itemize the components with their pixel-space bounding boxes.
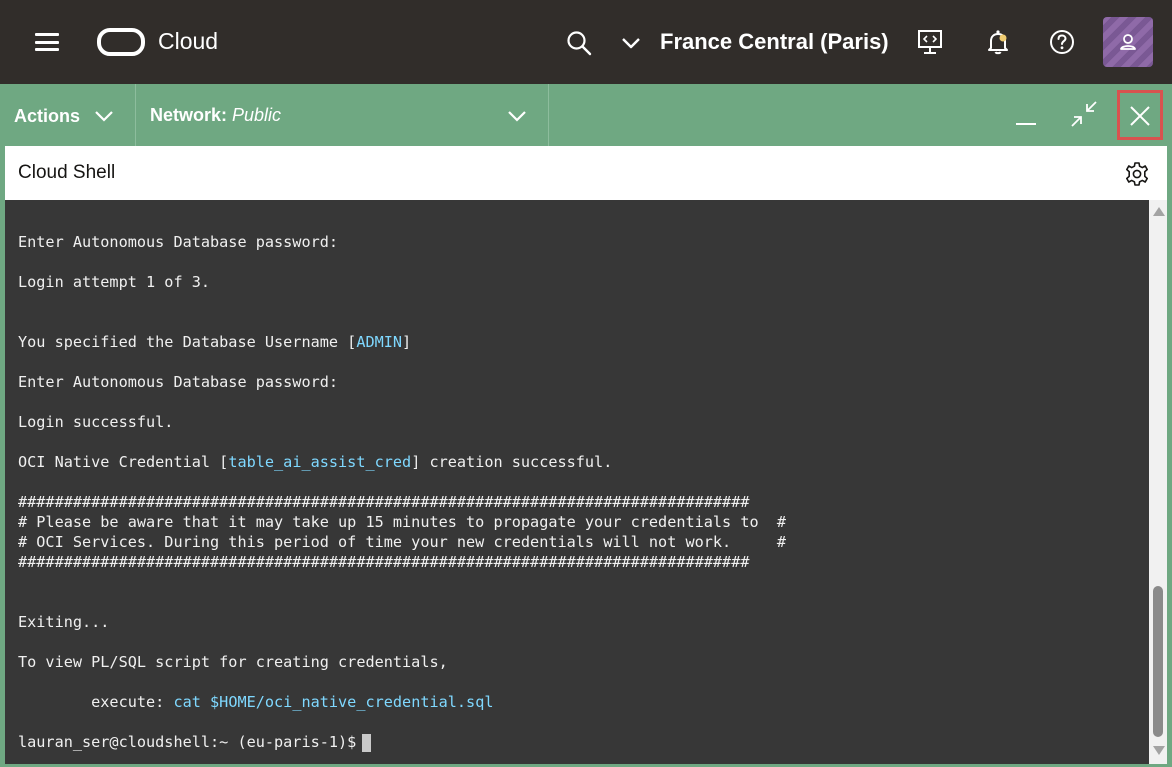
user-icon <box>1120 34 1136 50</box>
scroll-up-arrow-icon[interactable] <box>1153 207 1165 216</box>
minimize-icon[interactable] <box>1010 98 1042 130</box>
cloud-shell-toolbar: Actions Network: Public <box>0 84 1172 146</box>
cloud-shell-icon[interactable] <box>916 28 944 56</box>
terminal-line-text: You specified the Database Username [ <box>18 333 357 351</box>
terminal-highlight-text: ADMIN <box>356 333 403 351</box>
terminal-highlight-text: table_ai_assist_cred <box>228 453 412 471</box>
terminal-line: Login successful. <box>18 412 786 432</box>
terminal-line: Enter Autonomous Database password: <box>18 372 786 392</box>
cloud-shell-titlebar: Cloud Shell <box>5 146 1167 200</box>
scrollbar-thumb[interactable] <box>1153 586 1163 737</box>
oracle-logo[interactable] <box>97 28 145 56</box>
terminal-line: Login attempt 1 of 3. <box>18 272 786 292</box>
network-value: Public <box>232 105 282 125</box>
terminal-line-text: execute: <box>18 693 174 711</box>
close-button[interactable] <box>1117 90 1163 140</box>
terminal-lines: Enter Autonomous Database password: Login… <box>18 232 786 752</box>
terminal-line: execute: cat $HOME/oci_native_credential… <box>18 692 786 712</box>
terminal-line-text: ########################################… <box>18 493 750 511</box>
terminal-scrollbar[interactable] <box>1149 200 1167 764</box>
terminal-line-text: OCI Native Credential [ <box>18 453 229 471</box>
terminal-line-text: ########################################… <box>18 553 750 571</box>
brand-name: Cloud <box>158 28 219 54</box>
terminal-line: You specified the Database Username [ADM… <box>18 332 786 352</box>
help-icon[interactable] <box>1048 28 1076 56</box>
terminal-line-text: Login attempt 1 of 3. <box>18 273 211 291</box>
top-header: Cloud France Central (Paris) <box>0 0 1172 84</box>
terminal-line: ########################################… <box>18 552 786 572</box>
actions-label: Actions <box>14 106 81 126</box>
terminal-line: # Please be aware that it may take up 15… <box>18 512 786 532</box>
terminal-line: Enter Autonomous Database password: <box>18 232 786 252</box>
terminal-prompt: lauran_ser@cloudshell:~ (eu-paris-1)$ <box>18 732 786 752</box>
terminal-line: # OCI Services. During this period of ti… <box>18 532 786 552</box>
terminal-line-text: lauran_ser@cloudshell:~ (eu-paris-1)$ <box>18 733 357 751</box>
cloud-shell-title: Cloud Shell <box>18 162 116 183</box>
network-selector[interactable]: Network: Public <box>136 84 549 146</box>
terminal-line: To view PL/SQL script for creating crede… <box>18 652 786 672</box>
network-label-key: Network: <box>150 105 228 125</box>
search-icon[interactable] <box>566 30 592 56</box>
terminal-line-text: Login successful. <box>18 413 174 431</box>
terminal-line: Exiting... <box>18 612 786 632</box>
terminal-line-text: Enter Autonomous Database password: <box>18 233 339 251</box>
terminal-line-text: Exiting... <box>18 613 110 631</box>
gear-icon[interactable] <box>1124 161 1150 187</box>
close-icon <box>1130 106 1150 126</box>
profile-avatar[interactable] <box>1103 17 1153 67</box>
region-selector[interactable]: France Central (Paris) <box>660 29 889 55</box>
terminal-output[interactable]: Enter Autonomous Database password: Login… <box>5 200 1149 764</box>
chevron-down-icon <box>508 111 526 122</box>
terminal-highlight-text: cat $HOME/oci_native_credential.sql <box>173 693 494 711</box>
terminal-line: OCI Native Credential [table_ai_assist_c… <box>18 452 786 472</box>
chevron-down-icon <box>95 111 113 122</box>
terminal-line-text: Enter Autonomous Database password: <box>18 373 339 391</box>
actions-menu[interactable]: Actions <box>0 84 136 146</box>
terminal-line-text: To view PL/SQL script for creating crede… <box>18 653 448 671</box>
terminal-line-text: # OCI Services. During this period of ti… <box>18 533 787 551</box>
terminal-line-suffix: ] creation successful. <box>411 453 613 471</box>
bell-icon[interactable] <box>984 28 1012 56</box>
terminal-line-suffix: ] <box>402 333 412 351</box>
scroll-down-arrow-icon[interactable] <box>1153 746 1165 755</box>
terminal-line: ########################################… <box>18 492 786 512</box>
restore-icon[interactable] <box>1068 98 1100 130</box>
terminal-cursor <box>362 733 372 752</box>
cloud-shell-panel: Actions Network: Public Cloud Shell Ente… <box>0 84 1172 767</box>
chevron-down-icon[interactable] <box>620 32 642 54</box>
terminal-line-text: # Please be aware that it may take up 15… <box>18 513 787 531</box>
hamburger-icon[interactable] <box>35 33 59 51</box>
network-label: Network: Public <box>150 105 281 126</box>
